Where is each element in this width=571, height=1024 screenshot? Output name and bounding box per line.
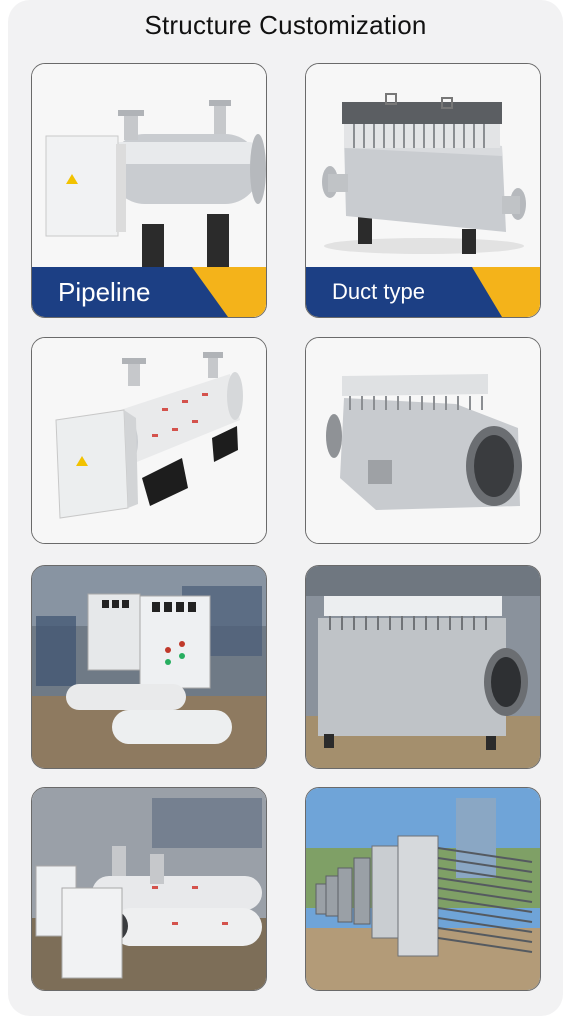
card-pipeline-heater[interactable]: Pipeline	[31, 63, 267, 318]
pipeline-heaters-warehouse-photo	[32, 788, 266, 990]
duct-banner: Duct type	[306, 267, 540, 317]
card-pipeline-photo-2[interactable]	[31, 787, 267, 991]
duct-heaters-outdoor-photo	[306, 788, 540, 990]
duct-label: Duct type	[332, 279, 425, 304]
card-duct-heater[interactable]: Duct type	[305, 63, 541, 318]
card-pipeline-photo[interactable]	[31, 565, 267, 769]
duct-heater-flange-image	[306, 338, 540, 543]
page-title: Structure Customization	[144, 10, 427, 40]
card-duct-heater-2[interactable]	[305, 337, 541, 544]
duct-heater-factory-photo	[306, 566, 540, 768]
pipeline-heater-white-image	[32, 338, 266, 543]
card-duct-photo-2[interactable]	[305, 787, 541, 991]
pipeline-heater-factory-photo	[32, 566, 266, 768]
pipeline-label: Pipeline	[58, 277, 151, 307]
card-duct-photo[interactable]	[305, 565, 541, 769]
card-pipeline-heater-2[interactable]	[31, 337, 267, 544]
pipeline-banner: Pipeline	[32, 267, 266, 317]
